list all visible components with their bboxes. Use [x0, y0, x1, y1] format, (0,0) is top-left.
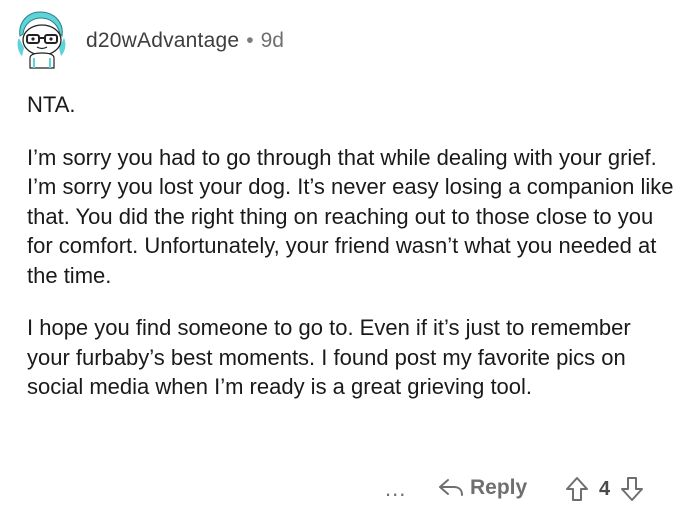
- username-link[interactable]: d20wAdvantage: [86, 29, 239, 53]
- reply-button[interactable]: Reply: [438, 476, 527, 500]
- vote-controls: 4: [565, 476, 644, 502]
- comment-paragraph: NTA.: [27, 92, 76, 117]
- comment-age[interactable]: 9d: [261, 29, 284, 53]
- comment-actions: ... Reply 4: [0, 476, 700, 506]
- meta-separator: •: [246, 29, 254, 52]
- more-options-button[interactable]: ...: [385, 476, 406, 502]
- vote-count: 4: [599, 477, 611, 500]
- comment-body: NTA. I’m sorry you had to go through tha…: [27, 90, 677, 402]
- upvote-arrow-icon[interactable]: [565, 476, 589, 502]
- comment-header: d20wAdvantage • 9d: [10, 8, 284, 72]
- comment-paragraph: I hope you find someone to go to. Even i…: [27, 315, 631, 399]
- reply-arrow-icon: [439, 479, 463, 496]
- comment-paragraph: I’m sorry you had to go through that whi…: [27, 144, 674, 288]
- comment-meta: d20wAdvantage • 9d: [86, 29, 284, 53]
- comment: d20wAdvantage • 9d NTA. I’m sorry you ha…: [0, 0, 700, 519]
- snoo-avatar-icon[interactable]: [10, 8, 74, 72]
- reply-label: Reply: [470, 476, 528, 499]
- downvote-arrow-icon[interactable]: [620, 476, 644, 502]
